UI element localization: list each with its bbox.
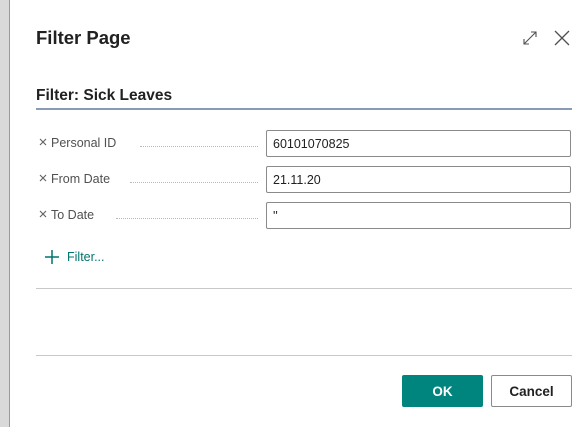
expand-icon[interactable]: [521, 29, 539, 47]
from-date-input[interactable]: [266, 166, 571, 193]
remove-filter-x-icon[interactable]: [37, 208, 49, 220]
from-date-label: From Date: [51, 172, 111, 186]
personal-id-input[interactable]: [266, 130, 571, 157]
filter-row-from-date: From Date: [36, 166, 572, 194]
to-date-label: To Date: [51, 208, 95, 222]
cancel-button[interactable]: Cancel: [491, 375, 572, 407]
header-actions: [521, 26, 571, 50]
ok-button[interactable]: OK: [402, 375, 483, 407]
field-leader-dots: [130, 182, 258, 183]
add-filter-button[interactable]: Filter...: [44, 249, 105, 265]
remove-filter-x-icon[interactable]: [37, 172, 49, 184]
close-icon[interactable]: [553, 29, 571, 47]
background-window-edge: [0, 0, 10, 427]
field-leader-dots: [116, 218, 258, 219]
close-icon-glyph: [554, 30, 570, 46]
filter-page-dialog: Filter Page Filter: Sick Leaves Personal…: [10, 0, 587, 427]
to-date-input[interactable]: [266, 202, 571, 229]
filter-row-to-date: To Date: [36, 202, 572, 230]
footer-divider: [36, 355, 572, 356]
expand-icon-glyph: [523, 31, 537, 45]
remove-filter-x-icon[interactable]: [37, 136, 49, 148]
personal-id-label: Personal ID: [51, 136, 117, 150]
content-divider: [36, 288, 572, 289]
filter-row-personal-id: Personal ID: [36, 130, 572, 158]
filter-section-title: Filter: Sick Leaves: [36, 87, 173, 104]
dialog-title: Filter Page: [36, 27, 131, 48]
add-filter-label: Filter...: [67, 250, 105, 264]
field-leader-dots: [140, 146, 258, 147]
dialog-header: Filter Page: [36, 26, 571, 50]
plus-icon: [45, 250, 59, 264]
section-divider: [36, 108, 572, 110]
